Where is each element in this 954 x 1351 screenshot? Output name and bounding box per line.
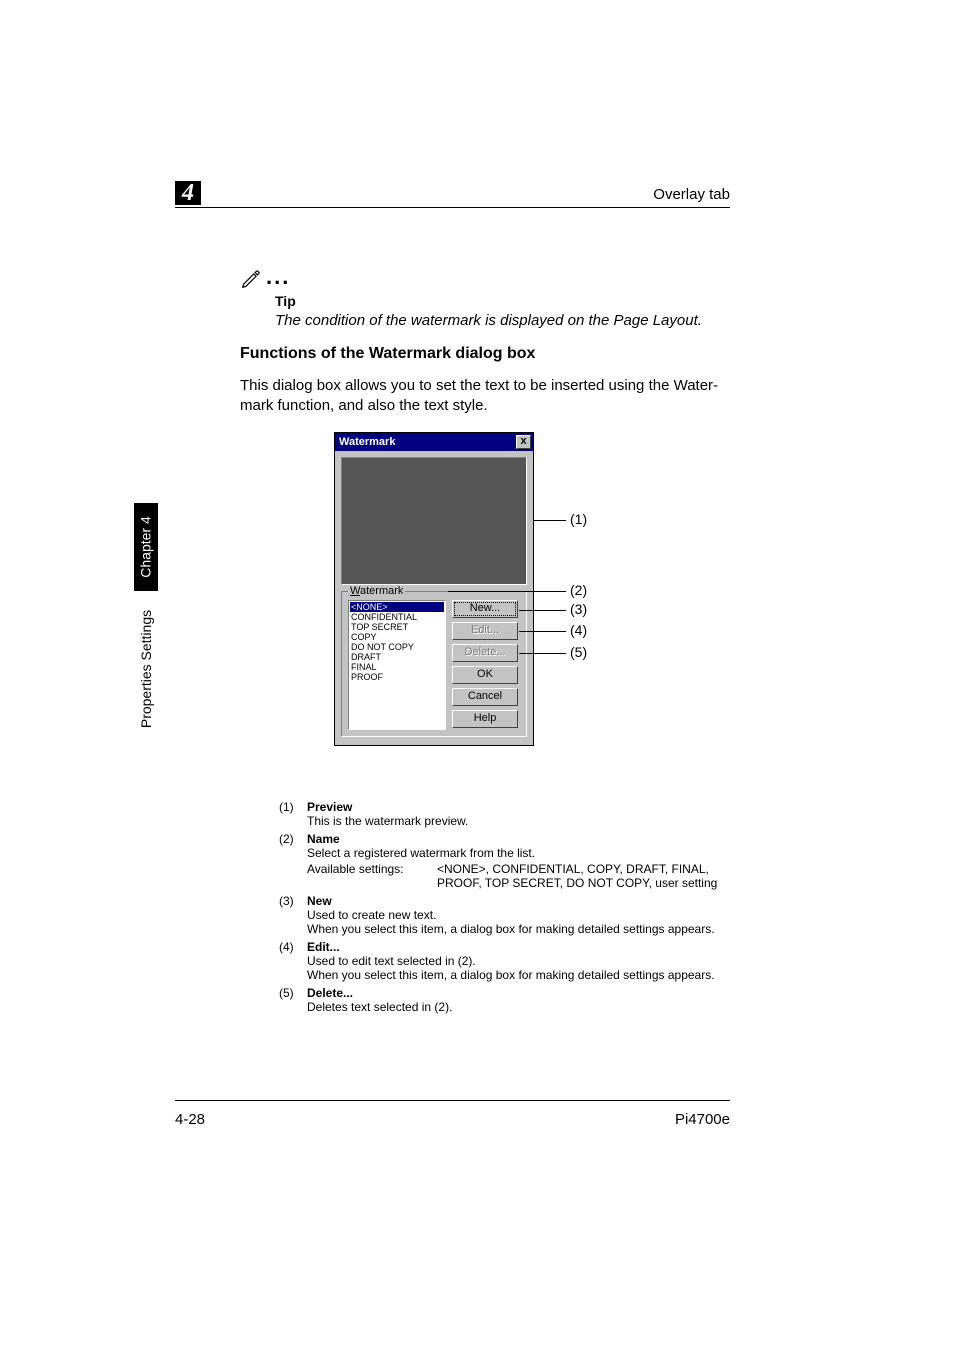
- callout-line-1: [534, 520, 566, 521]
- desc-row: (1) Preview This is the watermark previe…: [279, 800, 729, 828]
- callout-line-3: [519, 610, 566, 611]
- list-item[interactable]: CONFIDENTIAL: [350, 612, 444, 622]
- list-item[interactable]: TOP SECRET: [350, 622, 444, 632]
- callout-3: (3): [570, 601, 587, 617]
- desc-line: Used to create new text.: [307, 908, 729, 922]
- tip-label: Tip: [275, 293, 296, 309]
- sidebar-tab-chapter: Chapter 4: [134, 503, 158, 591]
- desc-line: This is the watermark preview.: [307, 814, 729, 828]
- tip-text: The condition of the watermark is displa…: [275, 312, 702, 329]
- sidebar-tab-section-label: Properties Settings: [138, 610, 154, 728]
- list-item[interactable]: DO NOT COPY: [350, 642, 444, 652]
- tip-dots: ...: [266, 266, 290, 288]
- header-section-title: Overlay tab: [653, 186, 730, 203]
- watermark-group: Watermark <NONE> CONFIDENTIAL TOP SECRET…: [341, 591, 527, 737]
- edit-button[interactable]: Edit...: [452, 622, 518, 640]
- available-label: Available settings:: [307, 862, 437, 890]
- page-footer: 4-28 Pi4700e: [175, 1100, 730, 1128]
- desc-title-2: Name: [307, 832, 729, 846]
- list-item[interactable]: PROOF: [350, 672, 444, 682]
- list-item[interactable]: FINAL: [350, 662, 444, 672]
- desc-title-4: Edit...: [307, 940, 729, 954]
- ok-button[interactable]: OK: [452, 666, 518, 684]
- callout-5: (5): [570, 644, 587, 660]
- list-item[interactable]: <NONE>: [350, 602, 444, 612]
- desc-title-3: New: [307, 894, 729, 908]
- desc-title-1: Preview: [307, 800, 729, 814]
- group-title: Watermark: [348, 585, 405, 597]
- desc-row: (4) Edit... Used to edit text selected i…: [279, 940, 729, 982]
- section-heading: Functions of the Watermark dialog box: [240, 345, 535, 363]
- dialog-title: Watermark: [339, 436, 395, 448]
- section-body: This dialog box allows you to set the te…: [240, 376, 730, 417]
- group-title-rest: atermark: [360, 585, 403, 597]
- dialog-titlebar: Watermark x: [335, 433, 533, 451]
- callout-2: (2): [570, 582, 587, 598]
- desc-title-5: Delete...: [307, 986, 729, 1000]
- available-settings: Available settings: <NONE>, CONFIDENTIAL…: [307, 862, 729, 890]
- new-button[interactable]: New...: [452, 600, 518, 618]
- watermark-preview: [341, 457, 527, 585]
- desc-line: When you select this item, a dialog box …: [307, 922, 729, 936]
- close-button[interactable]: x: [516, 435, 531, 449]
- list-item[interactable]: DRAFT: [350, 652, 444, 662]
- desc-row: (2) Name Select a registered watermark f…: [279, 832, 729, 890]
- sidebar-tab-chapter-label: Chapter 4: [138, 516, 154, 577]
- group-title-accel: W: [350, 585, 360, 597]
- desc-num-3: (3): [279, 894, 307, 936]
- watermark-listbox[interactable]: <NONE> CONFIDENTIAL TOP SECRET COPY DO N…: [348, 600, 446, 730]
- desc-line: When you select this item, a dialog box …: [307, 968, 729, 982]
- callout-1: (1): [570, 511, 587, 527]
- help-button[interactable]: Help: [452, 710, 518, 728]
- desc-num-1: (1): [279, 800, 307, 828]
- desc-num-5: (5): [279, 986, 307, 1014]
- product-name: Pi4700e: [675, 1111, 730, 1128]
- desc-row: (3) New Used to create new text. When yo…: [279, 894, 729, 936]
- desc-line: Deletes text selected in (2).: [307, 1000, 729, 1014]
- callout-line-4: [519, 631, 566, 632]
- page-number: 4-28: [175, 1111, 205, 1128]
- callout-line-2: [448, 591, 566, 592]
- sidebar-tab-section: Properties Settings: [134, 591, 158, 747]
- watermark-dialog: Watermark x Watermark <NONE> CONFIDENTIA…: [334, 432, 534, 746]
- delete-button[interactable]: Delete...: [452, 644, 518, 662]
- desc-num-2: (2): [279, 832, 307, 890]
- desc-line: Select a registered watermark from the l…: [307, 846, 729, 860]
- callout-4: (4): [570, 622, 587, 638]
- cancel-button[interactable]: Cancel: [452, 688, 518, 706]
- description-list: (1) Preview This is the watermark previe…: [279, 800, 729, 1018]
- available-value: <NONE>, CONFIDENTIAL, COPY, DRAFT, FINAL…: [437, 862, 729, 890]
- chapter-badge: 4: [175, 181, 201, 205]
- list-item[interactable]: COPY: [350, 632, 444, 642]
- desc-num-4: (4): [279, 940, 307, 982]
- desc-line: Used to edit text selected in (2).: [307, 954, 729, 968]
- button-column: New... Edit... Delete... OK Cancel Help: [452, 600, 518, 730]
- page-header: 4 Overlay tab: [175, 205, 730, 208]
- desc-row: (5) Delete... Deletes text selected in (…: [279, 986, 729, 1014]
- pencil-icon: [240, 268, 262, 290]
- tip-icon-row: ...: [240, 268, 290, 290]
- callout-line-5: [519, 653, 566, 654]
